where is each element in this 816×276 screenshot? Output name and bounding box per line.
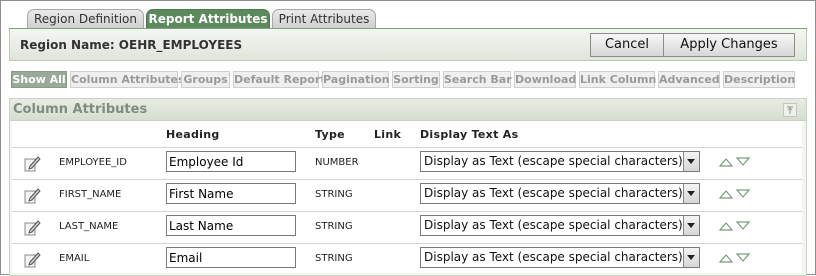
subnav-show-all[interactable]: Show All	[11, 71, 67, 88]
column-attributes-section: Column Attributes Heading Type Link Disp…	[9, 98, 807, 276]
column-type: STRING	[315, 189, 353, 200]
region-header: Region Name: OEHR_EMPLOYEES Cancel Apply…	[9, 29, 807, 61]
tab-report-attributes[interactable]: Report Attributes	[146, 9, 270, 30]
subnav-sorting[interactable]: Sorting	[392, 71, 440, 88]
heading-input[interactable]	[166, 247, 296, 268]
subnav-description[interactable]: Description	[723, 71, 795, 88]
display-as-value: Display as Text (escape special characte…	[424, 154, 683, 168]
subnav-link-column[interactable]: Link Column	[579, 71, 656, 88]
cancel-button[interactable]: Cancel	[590, 33, 664, 57]
header-heading: Heading	[166, 128, 220, 141]
column-type: STRING	[315, 253, 353, 264]
column-name: EMAIL	[59, 253, 90, 264]
move-down-icon[interactable]	[736, 253, 750, 263]
table-row: LAST_NAME STRING Display as Text (escape…	[12, 211, 802, 242]
column-name: FIRST_NAME	[59, 189, 122, 200]
move-up-icon[interactable]	[719, 189, 733, 199]
column-type: NUMBER	[315, 157, 359, 168]
table-row: FIRST_NAME STRING Display as Text (escap…	[12, 179, 802, 210]
move-down-icon[interactable]	[736, 157, 750, 167]
move-up-icon[interactable]	[719, 221, 733, 231]
move-down-icon[interactable]	[736, 221, 750, 231]
display-as-select[interactable]: Display as Text (escape special characte…	[420, 215, 700, 236]
display-as-value: Display as Text (escape special characte…	[424, 186, 683, 200]
subnav-search-bar[interactable]: Search Bar	[443, 71, 512, 88]
display-as-value: Display as Text (escape special characte…	[424, 250, 683, 264]
tab-print-attributes[interactable]: Print Attributes	[272, 9, 376, 29]
subnav-download[interactable]: Download	[514, 71, 576, 88]
apply-changes-button[interactable]: Apply Changes	[663, 33, 795, 57]
region-name-label: Region Name: OEHR_EMPLOYEES	[20, 38, 243, 52]
table-row: EMAIL STRING Display as Text (escape spe…	[12, 243, 802, 274]
column-name: LAST_NAME	[59, 221, 119, 232]
subnav-groups[interactable]: Groups	[181, 71, 230, 88]
tab-region-definition[interactable]: Region Definition	[27, 9, 144, 29]
header-type: Type	[315, 128, 345, 141]
collapse-up-icon[interactable]	[783, 103, 797, 117]
heading-input[interactable]	[166, 183, 296, 204]
section-header: Column Attributes	[10, 99, 806, 121]
section-title: Column Attributes	[13, 102, 148, 117]
heading-input[interactable]	[166, 151, 296, 172]
dropdown-arrow-icon[interactable]	[683, 216, 699, 235]
column-type: STRING	[315, 221, 353, 232]
header-display-text-as: Display Text As	[420, 128, 519, 141]
move-up-icon[interactable]	[719, 157, 733, 167]
edit-pencil-icon[interactable]	[24, 250, 42, 268]
move-down-icon[interactable]	[736, 189, 750, 199]
edit-pencil-icon[interactable]	[24, 186, 42, 204]
subnav-column-attributes[interactable]: Column Attributes	[70, 71, 185, 88]
edit-pencil-icon[interactable]	[24, 218, 42, 236]
header-link: Link	[374, 128, 402, 141]
move-up-icon[interactable]	[719, 253, 733, 263]
edit-pencil-icon[interactable]	[24, 154, 42, 172]
dropdown-arrow-icon[interactable]	[683, 152, 699, 171]
heading-input[interactable]	[166, 215, 296, 236]
column-name: EMPLOYEE_ID	[59, 157, 127, 168]
subnav-default-report[interactable]: Default Report	[233, 71, 326, 88]
subnav-pagination[interactable]: Pagination	[322, 71, 390, 88]
subnav-advanced[interactable]: Advanced	[658, 71, 720, 88]
display-as-select[interactable]: Display as Text (escape special characte…	[420, 183, 700, 204]
table-row: EMPLOYEE_ID NUMBER Display as Text (esca…	[12, 147, 802, 178]
display-as-select[interactable]: Display as Text (escape special characte…	[420, 247, 700, 268]
dropdown-arrow-icon[interactable]	[683, 184, 699, 203]
dropdown-arrow-icon[interactable]	[683, 248, 699, 267]
display-as-value: Display as Text (escape special characte…	[424, 218, 683, 232]
display-as-select[interactable]: Display as Text (escape special characte…	[420, 151, 700, 172]
column-attributes-table: Heading Type Link Display Text As EMPLOY…	[12, 121, 802, 273]
